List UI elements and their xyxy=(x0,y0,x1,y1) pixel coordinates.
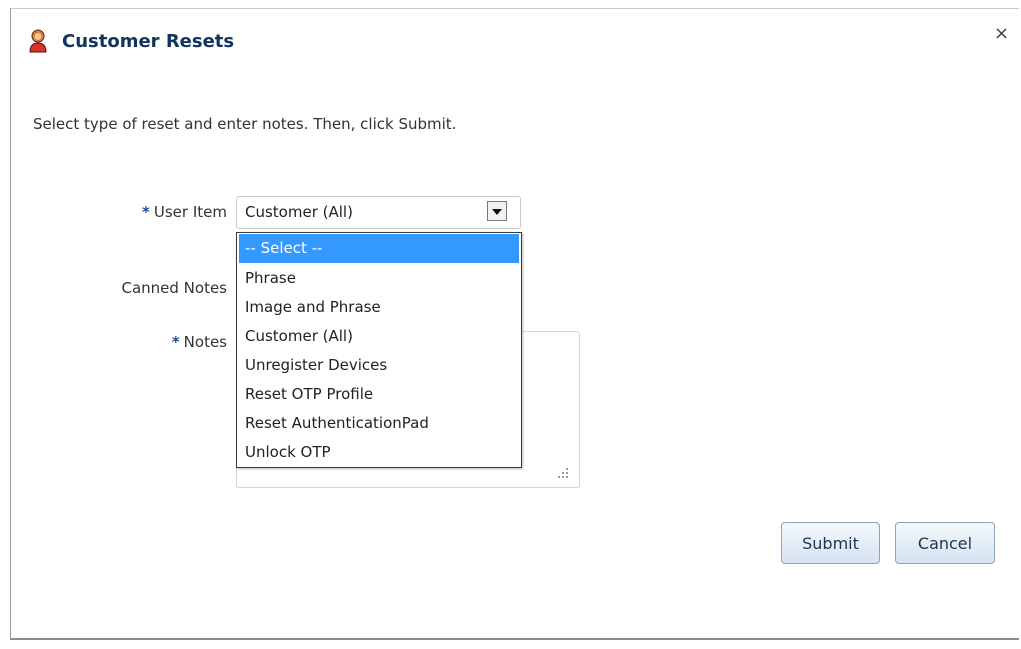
option-customer-all[interactable]: Customer (All) xyxy=(239,322,519,351)
chevron-down-icon[interactable] xyxy=(487,201,507,221)
canned-notes-label: Canned Notes xyxy=(121,279,227,297)
required-marker: * xyxy=(171,333,180,351)
option-unregister-devices[interactable]: Unregister Devices xyxy=(239,351,519,380)
notes-label: * Notes xyxy=(171,333,227,351)
cancel-button[interactable]: Cancel xyxy=(895,522,995,564)
required-marker: * xyxy=(142,203,150,221)
user-item-dropdown-list: -- Select -- Phrase Image and Phrase Cus… xyxy=(236,232,522,468)
option-image-and-phrase[interactable]: Image and Phrase xyxy=(239,293,519,322)
option-unlock-otp[interactable]: Unlock OTP xyxy=(239,438,519,467)
submit-button[interactable]: Submit xyxy=(781,522,880,564)
user-item-selected-value: Customer (All) xyxy=(245,203,353,221)
resize-grip-icon[interactable] xyxy=(557,467,569,479)
user-item-label: * User Item xyxy=(142,203,227,221)
option-reset-authenticationpad[interactable]: Reset AuthenticationPad xyxy=(239,409,519,438)
option-phrase[interactable]: Phrase xyxy=(239,264,519,293)
user-icon xyxy=(29,29,47,53)
close-icon[interactable]: × xyxy=(994,24,1009,44)
option-select[interactable]: -- Select -- xyxy=(239,234,519,263)
dialog-title: Customer Resets xyxy=(62,31,235,52)
user-item-select[interactable]: Customer (All) xyxy=(236,196,521,229)
option-reset-otp-profile[interactable]: Reset OTP Profile xyxy=(239,380,519,409)
instructions-text: Select type of reset and enter notes. Th… xyxy=(33,115,457,133)
